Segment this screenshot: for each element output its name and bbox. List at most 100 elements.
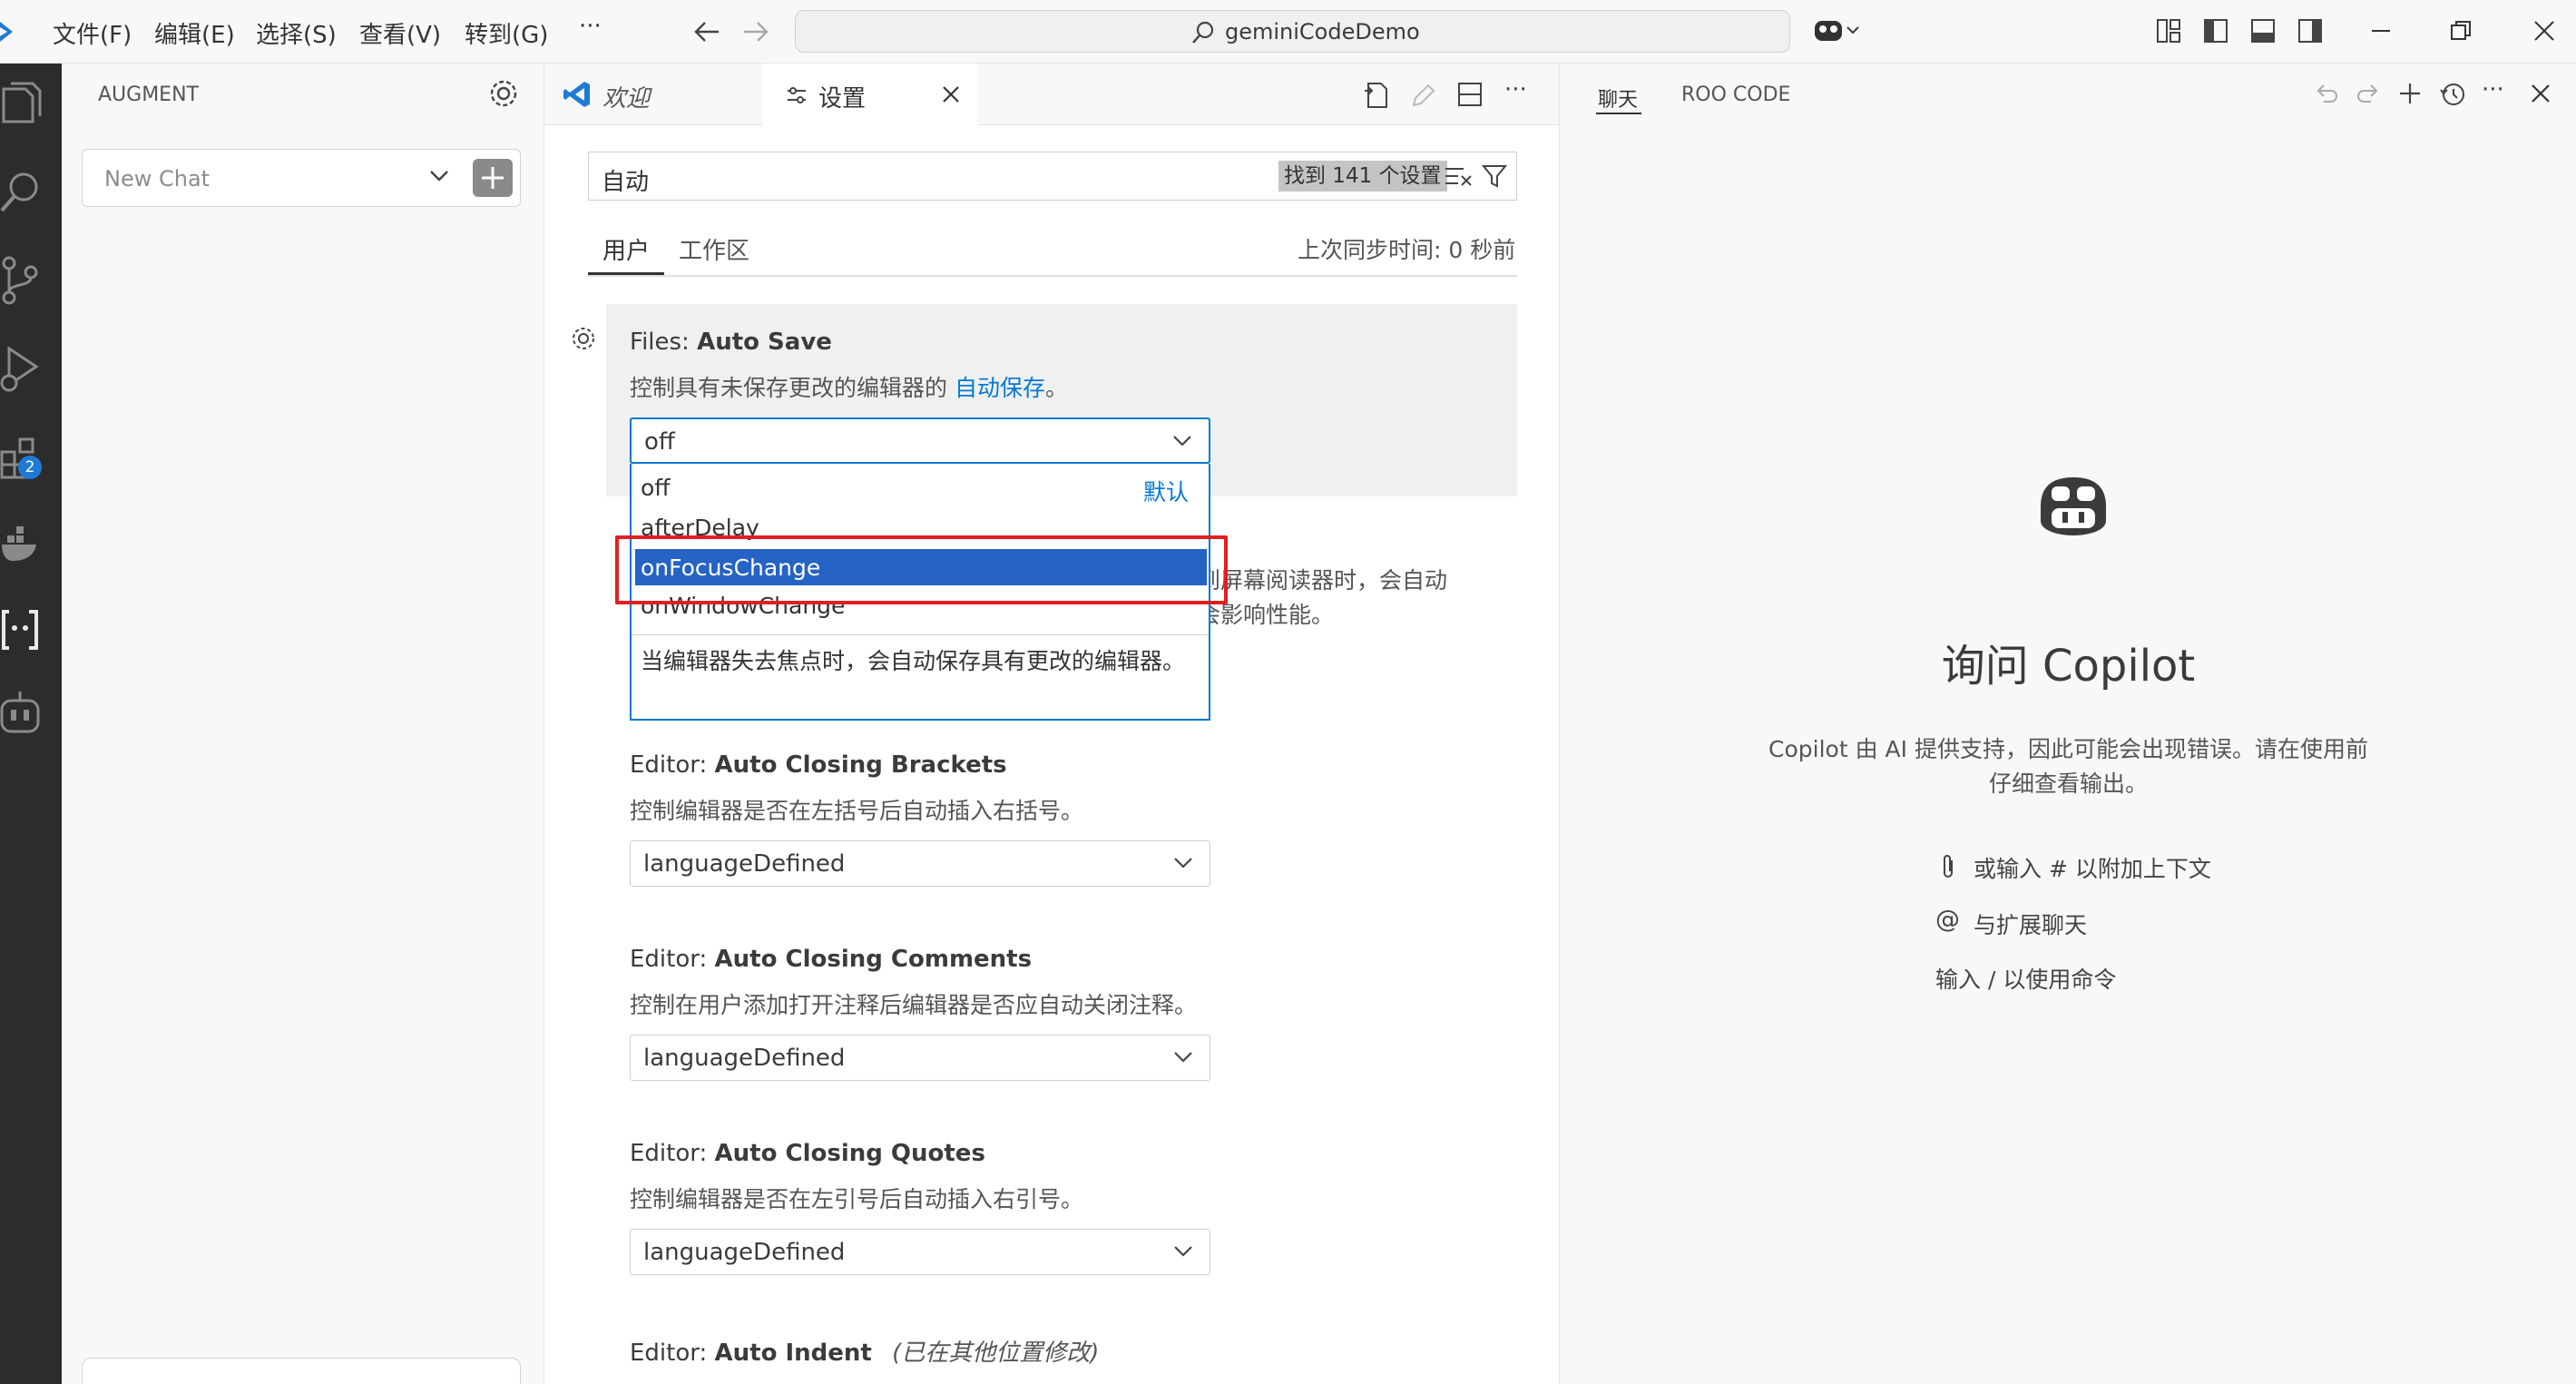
tab-user-scope[interactable]: 用户: [602, 232, 650, 266]
chat-select[interactable]: New Chat: [82, 149, 521, 207]
dropdown-divider: [632, 634, 1209, 635]
search-icon[interactable]: [0, 171, 42, 216]
default-label: 默认: [1143, 479, 1190, 506]
clear-filter-icon[interactable]: [1444, 165, 1473, 187]
paperclip-icon: [1939, 853, 1957, 880]
vscode-logo-icon: [0, 18, 20, 45]
search-value: 自动: [602, 169, 650, 196]
menu-more[interactable]: ···: [579, 13, 602, 40]
chat-input-box[interactable]: [82, 1358, 521, 1384]
source-control-icon[interactable]: [0, 256, 42, 305]
tab-workspace-scope[interactable]: 工作区: [679, 232, 749, 266]
run-debug-icon[interactable]: [0, 345, 42, 394]
menu-view[interactable]: 查看(V): [359, 16, 441, 50]
menu-go[interactable]: 转到(G): [465, 16, 548, 50]
chat-bot-icon[interactable]: [0, 690, 42, 735]
augment-icon[interactable]: [0, 606, 42, 653]
settings-search-input[interactable]: 自动 找到 141 个设置: [588, 152, 1517, 201]
option-off[interactable]: off: [641, 475, 671, 501]
desc-text: 控制具有未保存更改的编辑器的: [630, 375, 955, 401]
forward-icon[interactable]: [742, 20, 769, 44]
close-window-icon[interactable]: [2533, 20, 2555, 42]
minimize-icon[interactable]: [2370, 20, 2392, 42]
history-icon[interactable]: [2440, 82, 2465, 107]
setting-name: Auto Closing Comments: [714, 946, 1033, 973]
modified-indicator[interactable]: (已在其他位置修改): [892, 1340, 1099, 1367]
partial-desc-line-1: 到屏幕阅读器时，会自动: [1198, 567, 1448, 594]
panel-subtitle-line-1: Copilot 由 AI 提供支持，因此可能会出现错误。请在使用前: [1768, 736, 2368, 762]
chevron-down-icon: [1173, 436, 1191, 447]
setting-category: Editor:: [630, 946, 715, 973]
edit-icon: [1410, 83, 1435, 109]
explorer-icon[interactable]: [0, 82, 42, 129]
open-settings-json-icon[interactable]: [1363, 82, 1390, 109]
auto-closing-comments-select[interactable]: languageDefined: [630, 1035, 1210, 1081]
chevron-down-icon: [1174, 858, 1192, 869]
highlight-box: [615, 535, 1228, 604]
option-help-text: 当编辑器失去焦点时，会自动保存具有更改的编辑器。: [641, 648, 1186, 674]
setting-title-auto-save: Files: Auto Save: [630, 329, 832, 356]
sidebar-title: AUGMENT: [98, 83, 199, 106]
new-chat-button[interactable]: [473, 159, 513, 197]
copilot-icon[interactable]: [1813, 15, 1862, 46]
more-actions-icon[interactable]: ···: [2482, 76, 2504, 103]
setting-name: Auto Save: [697, 329, 832, 356]
setting-title-auto-closing-quotes: Editor: Auto Closing Quotes: [630, 1140, 985, 1167]
new-chat-icon[interactable]: [2398, 82, 2422, 105]
menu-file[interactable]: 文件(F): [53, 16, 132, 50]
setting-title-auto-closing-comments: Editor: Auto Closing Comments: [630, 946, 1032, 973]
setting-title-auto-indent: Editor: Auto Indent (已在其他位置修改): [630, 1334, 1099, 1368]
result-count-badge: 找到 141 个设置: [1278, 161, 1447, 191]
setting-name: Auto Closing Brackets: [714, 751, 1007, 779]
filter-icon[interactable]: [1482, 163, 1507, 189]
split-editor-icon[interactable]: [1457, 82, 1483, 107]
auto-save-link[interactable]: 自动保存: [955, 375, 1045, 401]
hint-slash-command: 输入 / 以使用命令: [1935, 967, 2117, 993]
menu-edit[interactable]: 编辑(E): [154, 16, 235, 50]
auto-closing-quotes-select[interactable]: languageDefined: [630, 1229, 1210, 1275]
setting-category: Editor:: [630, 1140, 715, 1167]
select-value: languageDefined: [643, 850, 846, 878]
command-center[interactable]: geminiCodeDemo: [795, 10, 1790, 53]
chat-panel: 聊天 ROO CODE ··· 询问 Copilot Copilot 由 AI …: [1559, 64, 2576, 1384]
setting-name: Auto Indent: [714, 1340, 872, 1367]
tab-roo-code[interactable]: ROO CODE: [1681, 83, 1790, 106]
chat-select-value: New Chat: [104, 166, 211, 191]
toggle-primary-sidebar-icon[interactable]: [2203, 18, 2228, 44]
active-tab-underline: [1596, 113, 1641, 114]
search-icon: [1191, 21, 1215, 44]
tab-chat[interactable]: 聊天: [1598, 83, 1638, 113]
auto-closing-brackets-select[interactable]: languageDefined: [630, 840, 1210, 887]
toggle-panel-icon[interactable]: [2250, 18, 2276, 44]
vscode-icon: [563, 80, 592, 109]
setting-gear-icon[interactable]: [570, 325, 597, 352]
panel-subtitle-line-2: 仔细查看输出。: [1988, 771, 2148, 797]
menu-selection[interactable]: 选择(S): [256, 16, 337, 50]
extensions-badge: 2: [18, 456, 42, 479]
select-value: languageDefined: [643, 1239, 846, 1266]
select-value: languageDefined: [643, 1045, 846, 1072]
restore-icon[interactable]: [2450, 20, 2472, 42]
setting-title-auto-closing-brackets: Editor: Auto Closing Brackets: [630, 751, 1007, 779]
divider: [588, 275, 1517, 277]
hint-chat-extension: 与扩展聊天: [1974, 912, 2088, 938]
back-icon[interactable]: [693, 20, 720, 44]
customize-layout-icon[interactable]: [2156, 18, 2181, 44]
more-actions-icon[interactable]: ···: [1504, 76, 1527, 103]
sync-status: 上次同步时间: 0 秒前: [1298, 237, 1516, 263]
setting-category: Editor:: [630, 1340, 715, 1367]
gear-icon[interactable]: [488, 78, 519, 109]
tab-settings[interactable]: 设置: [762, 64, 978, 126]
close-icon[interactable]: [942, 85, 960, 103]
close-icon[interactable]: [2531, 83, 2551, 103]
tab-welcome[interactable]: 欢迎: [544, 64, 762, 125]
toggle-secondary-sidebar-icon[interactable]: [2297, 18, 2323, 44]
docker-icon[interactable]: [0, 525, 42, 566]
redo-icon: [2356, 82, 2380, 105]
copilot-logo-icon: [2035, 474, 2111, 537]
setting-desc-auto-save: 控制具有未保存更改的编辑器的 自动保存。: [630, 370, 1068, 403]
auto-save-select[interactable]: off: [630, 417, 1210, 464]
setting-category: Files:: [630, 329, 698, 356]
setting-desc: 控制在用户添加打开注释后编辑器是否应自动关闭注释。: [630, 992, 1198, 1018]
augment-sidebar: AUGMENT New Chat: [62, 64, 544, 1384]
